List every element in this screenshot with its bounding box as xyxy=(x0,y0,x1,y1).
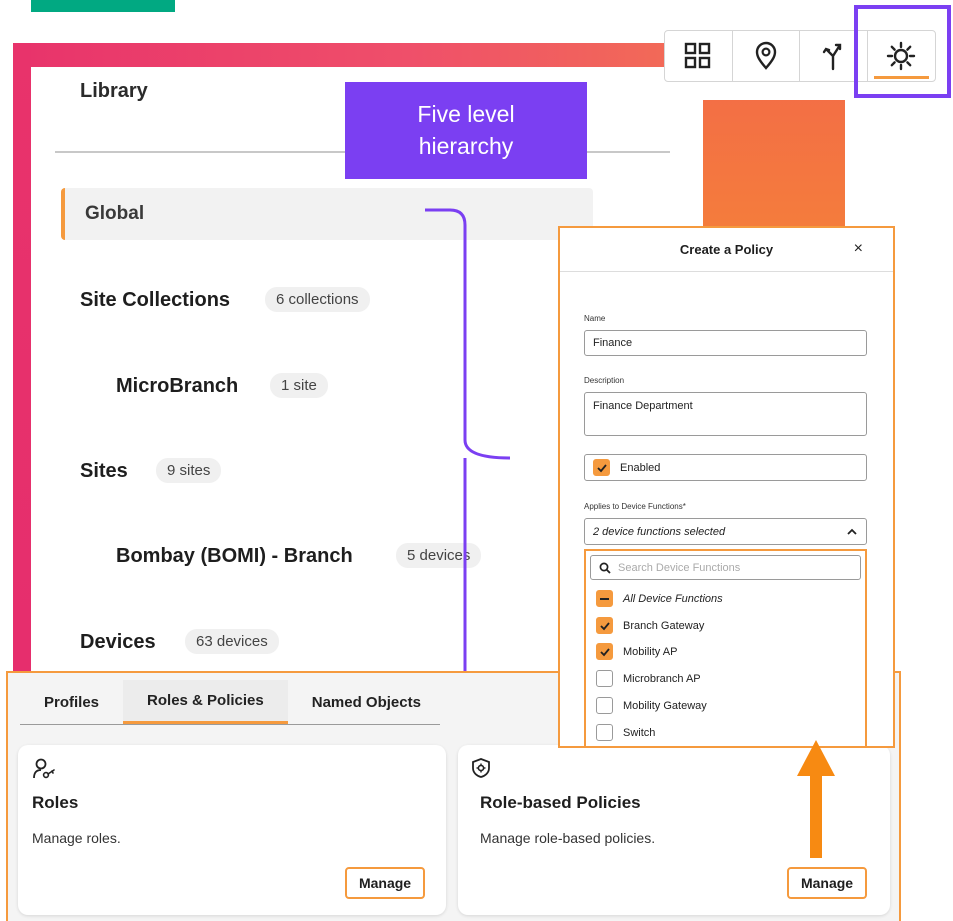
modal-title: Create a Policy xyxy=(560,228,893,272)
enabled-checkbox[interactable] xyxy=(593,459,610,476)
enabled-field[interactable]: Enabled xyxy=(584,454,867,481)
user-key-icon xyxy=(33,758,55,779)
search-placeholder: Search Device Functions xyxy=(618,561,741,574)
decorative-band-top xyxy=(13,43,670,67)
hierarchy-branch-site[interactable]: Bombay (BOMI) - Branch xyxy=(116,545,353,568)
settings-highlight-frame xyxy=(854,5,951,98)
tab-profiles[interactable]: Profiles xyxy=(20,680,123,724)
library-title: Library xyxy=(80,80,148,102)
applies-label: Applies to Device Functions* xyxy=(584,502,686,511)
option-label: Branch Gateway xyxy=(623,619,705,632)
dash-icon xyxy=(600,597,609,600)
policies-card-description: Manage role-based policies. xyxy=(480,830,656,846)
name-label: Name xyxy=(584,314,606,323)
toolbar-grid-button[interactable] xyxy=(665,31,733,81)
unchecked-checkbox[interactable] xyxy=(596,670,613,687)
enabled-label: Enabled xyxy=(620,461,661,474)
device-functions-select[interactable]: 2 device functions selected xyxy=(584,518,867,545)
partial-checkbox[interactable] xyxy=(596,590,613,607)
brand-green-tab xyxy=(31,0,175,12)
option-label: All Device Functions xyxy=(623,592,723,605)
description-field[interactable]: Finance Department xyxy=(584,392,867,436)
option-microbranch-ap[interactable]: Microbranch AP xyxy=(596,670,701,687)
grid-icon xyxy=(685,42,711,69)
shield-gear-icon xyxy=(472,758,490,778)
option-all-device-functions[interactable]: All Device Functions xyxy=(596,590,723,607)
hierarchy-global-label: Global xyxy=(85,203,145,224)
option-label: Mobility Gateway xyxy=(623,699,707,712)
checkmark-icon xyxy=(599,621,610,630)
site-collections-count-badge: 6 collections xyxy=(265,287,370,312)
search-icon xyxy=(599,562,611,574)
tab-roles-policies[interactable]: Roles & Policies xyxy=(123,680,288,724)
policies-manage-button[interactable]: Manage xyxy=(787,867,867,899)
hierarchy-bracket xyxy=(425,208,511,680)
microbranch-count-badge: 1 site xyxy=(270,373,328,398)
unchecked-checkbox[interactable] xyxy=(596,724,613,741)
annotation-arrow-up xyxy=(797,740,835,858)
device-functions-selected-value: 2 device functions selected xyxy=(593,525,726,538)
unchecked-checkbox[interactable] xyxy=(596,697,613,714)
hierarchy-callout: Five level hierarchy xyxy=(345,82,587,179)
option-label: Microbranch AP xyxy=(623,672,701,685)
callout-line-2: hierarchy xyxy=(418,132,514,159)
roles-manage-button[interactable]: Manage xyxy=(345,867,425,899)
decorative-orange-block xyxy=(703,100,845,228)
policies-card-title: Role-based Policies xyxy=(480,793,641,812)
option-mobility-gateway[interactable]: Mobility Gateway xyxy=(596,697,707,714)
location-pin-icon xyxy=(755,41,776,70)
device-functions-search[interactable]: Search Device Functions xyxy=(590,555,861,580)
hierarchy-microbranch[interactable]: MicroBranch xyxy=(116,375,238,398)
description-label: Description xyxy=(584,376,625,385)
name-field[interactable]: Finance xyxy=(584,330,867,356)
option-switch[interactable]: Switch xyxy=(596,724,655,741)
hierarchy-sites[interactable]: Sites xyxy=(80,460,128,483)
option-mobility-ap[interactable]: Mobility AP xyxy=(596,643,677,660)
toolbar-location-button[interactable] xyxy=(733,31,800,81)
hierarchy-site-collections[interactable]: Site Collections xyxy=(80,289,230,312)
option-branch-gateway[interactable]: Branch Gateway xyxy=(596,617,704,634)
create-policy-modal: Create a Policy × Name Finance Descripti… xyxy=(558,226,895,748)
devices-count-badge: 63 devices xyxy=(185,629,279,654)
roles-card-description: Manage roles. xyxy=(32,830,121,846)
option-label: Mobility AP xyxy=(623,645,678,658)
option-label: Switch xyxy=(623,726,656,739)
config-tabs: Profiles Roles & Policies Named Objects xyxy=(20,680,440,725)
hierarchy-devices[interactable]: Devices xyxy=(80,631,156,654)
checkmark-icon xyxy=(599,647,610,656)
device-functions-dropdown: Search Device Functions All Device Funct… xyxy=(584,549,867,746)
close-icon[interactable]: × xyxy=(854,240,863,258)
sites-count-badge: 9 sites xyxy=(156,458,222,483)
tab-named-objects[interactable]: Named Objects xyxy=(288,680,445,724)
roles-card-title: Roles xyxy=(32,793,79,812)
callout-line-1: Five level xyxy=(417,101,515,128)
chevron-up-icon xyxy=(847,528,857,535)
split-arrow-icon xyxy=(823,43,842,71)
checked-checkbox[interactable] xyxy=(596,643,613,660)
checkmark-icon xyxy=(596,463,607,472)
checked-checkbox[interactable] xyxy=(596,617,613,634)
